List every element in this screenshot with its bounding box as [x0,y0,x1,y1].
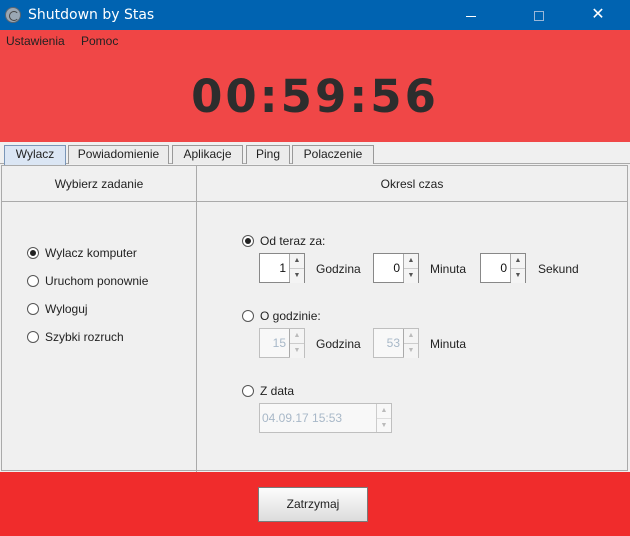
radio-restart[interactable] [27,275,39,287]
spinner-up-icon[interactable]: ▲ [404,254,418,268]
spinner-arrows: ▲ ▼ [403,254,418,283]
spinner-down-icon[interactable]: ▼ [511,268,525,283]
option-restart[interactable]: Uruchom ponownie [27,274,148,288]
spinner-arrows: ▲ ▼ [510,254,525,283]
title-bar: Shutdown by Stas ✕ [0,0,630,30]
minutes-unit-label: Minuta [430,337,467,351]
spinner-arrows: ▲ ▼ [403,329,418,358]
option-fast-startup[interactable]: Szybki rozruch [27,330,124,344]
app-clock-icon [5,7,21,23]
task-column-header: Wybierz zadanie [2,166,196,202]
from-now-hours-spinner[interactable]: 1 ▲ ▼ [259,253,305,283]
close-button[interactable]: ✕ [575,0,621,30]
spinner-down-icon[interactable]: ▼ [290,268,304,283]
tab-ping[interactable]: Ping [246,145,290,164]
radio-at-time[interactable] [242,310,254,322]
tab-powiadomienie[interactable]: Powiadomienie [68,145,169,164]
radio-shutdown[interactable] [27,247,39,259]
column-divider [196,166,197,472]
at-time-minutes-spinner[interactable]: 53 ▲ ▼ [373,328,419,358]
option-at-time[interactable]: O godzinie: [242,309,321,323]
spinner-up-icon[interactable]: ▲ [377,404,391,418]
menu-pomoc[interactable]: Pomoc [81,34,118,48]
spinner-down-icon[interactable]: ▼ [404,268,418,283]
spinner-up-icon[interactable]: ▲ [290,254,304,268]
spinner-up-icon[interactable]: ▲ [290,329,304,343]
option-shutdown[interactable]: Wylacz komputer [27,246,137,260]
menu-ustawienia[interactable]: Ustawienia [6,34,65,48]
date-spinner[interactable]: 04.09.17 15:53 ▲ ▼ [259,403,392,433]
spinner-value[interactable]: 53 [374,329,403,357]
option-shutdown-label: Wylacz komputer [45,246,137,260]
spinner-up-icon[interactable]: ▲ [404,329,418,343]
option-logout-label: Wyloguj [45,302,88,316]
radio-logout[interactable] [27,303,39,315]
maximize-icon [534,11,544,22]
hours-unit-label: Godzina [316,337,361,351]
option-from-date[interactable]: Z data [242,384,294,398]
spinner-down-icon[interactable]: ▼ [290,343,304,358]
close-icon: ✕ [591,6,605,23]
minimize-icon [466,15,476,17]
at-time-hours-spinner[interactable]: 15 ▲ ▼ [259,328,305,358]
spinner-value[interactable]: 0 [374,254,403,282]
radio-fast-startup[interactable] [27,331,39,343]
tab-strip: Wylacz Powiadomienie Aplikacje Ping Pola… [0,142,630,165]
spinner-value[interactable]: 15 [260,329,289,357]
spinner-value[interactable]: 1 [260,254,289,282]
spinner-value[interactable]: 0 [481,254,510,282]
option-restart-label: Uruchom ponownie [45,274,149,288]
tab-wylacz[interactable]: Wylacz [4,145,66,165]
spinner-arrows: ▲ ▼ [289,254,304,283]
tab-aplikacje[interactable]: Aplikacje [172,145,243,164]
action-panel: Zatrzymaj [0,472,630,536]
option-from-date-label: Z data [260,384,295,398]
spinner-arrows: ▲ ▼ [376,404,391,432]
radio-from-date[interactable] [242,385,254,397]
tab-polaczenie[interactable]: Polaczenie [292,145,374,164]
option-from-now-label: Od teraz za: [260,234,326,248]
option-at-time-label: O godzinie: [260,309,321,323]
countdown-timer: 00:59:56 [191,70,439,123]
radio-from-now[interactable] [242,235,254,247]
spinner-arrows: ▲ ▼ [289,329,304,358]
timer-panel: 00:59:56 [0,50,630,142]
maximize-button[interactable] [516,0,562,30]
from-now-minutes-spinner[interactable]: 0 ▲ ▼ [373,253,419,283]
tab-content-wylacz: Wybierz zadanie Okresl czas Wylacz kompu… [1,165,628,472]
stop-button[interactable]: Zatrzymaj [258,487,368,522]
spinner-down-icon[interactable]: ▼ [404,343,418,358]
window-title: Shutdown by Stas [28,7,155,23]
minutes-unit-label: Minuta [430,262,467,276]
date-value[interactable]: 04.09.17 15:53 [260,404,376,432]
time-column-header: Okresl czas [197,166,627,202]
hours-unit-label: Godzina [316,262,361,276]
option-fast-startup-label: Szybki rozruch [45,330,124,344]
option-from-now[interactable]: Od teraz za: [242,234,325,248]
spinner-up-icon[interactable]: ▲ [511,254,525,268]
menu-bar: Ustawienia Pomoc [0,30,630,50]
option-logout[interactable]: Wyloguj [27,302,88,316]
minimize-button[interactable] [448,0,494,30]
spinner-down-icon[interactable]: ▼ [377,418,391,433]
seconds-unit-label: Sekund [538,262,579,276]
from-now-seconds-spinner[interactable]: 0 ▲ ▼ [480,253,526,283]
